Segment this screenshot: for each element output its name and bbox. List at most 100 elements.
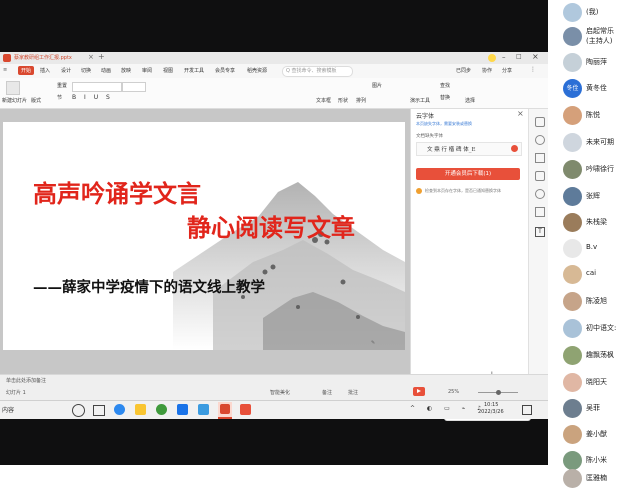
slide[interactable]: ✎ 高声吟诵学文言 静心阅读写文章 ——薛家中学疫情下的语文线上教学 [3,122,405,350]
participant-name: 吴菲 [586,403,600,413]
doc-tab[interactable]: 蔡家教研组工作汇报.pptx [14,53,72,63]
menu-home[interactable]: 开始 [18,66,35,75]
participant-row[interactable]: 张辉 [548,184,620,210]
notification-icon[interactable] [522,405,532,415]
avatar [563,213,582,232]
participant-row[interactable]: cai [548,262,620,288]
font-family-select[interactable] [72,82,122,92]
app-icon[interactable] [177,404,188,415]
zoom-slider-thumb[interactable] [496,390,501,395]
property-icon[interactable] [535,117,545,127]
notes-button[interactable]: 备注 [322,389,332,396]
participant-row[interactable]: 陶丽萍 [548,50,620,76]
menu-transition[interactable]: 切换 [81,67,91,74]
chrome-icon[interactable] [156,404,167,415]
arrange-button[interactable]: 排列 [356,97,366,104]
participant-row[interactable]: 姜小猷 [548,422,620,448]
avatar-icon[interactable] [488,54,496,62]
new-slide-button[interactable]: 新建幻灯片 [2,97,27,104]
participant-row[interactable]: 晓阳天 [548,370,620,396]
maximize-icon[interactable]: □ [516,53,522,60]
play-button[interactable] [413,387,425,396]
backup-icon[interactable] [535,207,545,217]
font-remove-icon[interactable] [511,145,518,152]
menu-review[interactable]: 审阅 [142,67,152,74]
participant-row[interactable]: 未来可期 [548,130,620,156]
meeting-app-icon[interactable] [198,404,209,415]
participant-row[interactable]: 启起常乐 (主持人) [548,24,620,50]
tray-icons[interactable]: ^ ◐ ▭ ⌁ ♪ [410,405,486,412]
task-view-icon[interactable] [93,405,105,416]
participant-row[interactable]: 吴菲 [548,396,620,422]
sync-status[interactable]: 已同步 [456,67,471,74]
share-button[interactable]: 分享 [502,67,512,74]
close-tab-icon[interactable]: × [88,53,94,61]
search-icon[interactable] [72,404,85,417]
find-button[interactable]: 查找 [440,82,450,89]
new-slide-icon[interactable] [6,81,20,95]
participant-row[interactable]: 吟啸徐行 [548,157,620,183]
participant-row[interactable]: (我) [548,0,620,26]
clock-date[interactable]: 2022/3/26 [478,409,504,415]
panel-hint-link[interactable]: 本页缺失字体，需要安装或替换 [416,121,472,127]
shape-icon[interactable] [535,189,545,199]
file-explorer-icon[interactable] [135,404,146,415]
edge-icon[interactable] [114,404,125,415]
participant-row[interactable]: 冬佺 黄冬佺 [548,76,620,102]
file-menu-icon[interactable]: ≡ [3,67,7,73]
participant-row[interactable]: 陈凌旭 [548,289,620,315]
missing-font-row[interactable]: 文 鼎 行 楷 碑 体_E [416,142,522,156]
participant-row[interactable]: 匡雅楠 [548,466,620,492]
minimize-icon[interactable]: – [502,53,506,61]
present-tool-button[interactable]: 演示工具 [410,97,430,104]
smart-beautify-button[interactable]: 智能美化 [270,389,290,396]
clock-time[interactable]: 10:15 [484,402,498,408]
layout-button[interactable]: 版式 [31,97,41,104]
wps-office-icon[interactable] [240,404,251,415]
collaborate-button[interactable]: 协作 [482,67,492,74]
new-tab-icon[interactable]: + [98,52,105,61]
slide-counter: 幻灯片 1 [6,390,26,396]
panel-close-icon[interactable]: × [517,109,524,118]
font-size-select[interactable] [122,82,146,92]
slide-title-line1[interactable]: 高声吟诵学文言 [33,174,201,209]
window-close-icon[interactable]: × [532,52,539,61]
avatar [563,53,582,72]
participant-name: 姜小猷 [586,429,607,439]
format-buttons[interactable]: B I U S [72,94,113,101]
menu-view[interactable]: 视图 [163,67,173,74]
section-button[interactable]: 节 [57,94,62,101]
taskbar-search[interactable]: 内容 [2,405,14,414]
participant-row[interactable]: 朱栈梁 [548,210,620,236]
text-icon[interactable]: T [535,227,545,237]
wps-taskbar-button[interactable] [218,402,232,419]
participant-row[interactable]: B.v [548,236,620,262]
menu-animation[interactable]: 动画 [101,67,111,74]
reset-button[interactable]: 重置 [57,82,67,89]
menu-developer[interactable]: 开发工具 [184,67,204,74]
select-button[interactable]: 选择 [465,97,475,104]
participant-row[interactable]: 趣飘荡枫 [548,343,620,369]
menu-design[interactable]: 设计 [61,67,71,74]
install-font-button[interactable]: 开通会员后下载(1) [416,168,520,180]
participant-row[interactable]: 陈悦 [548,103,620,129]
zoom-level[interactable]: 25% [448,389,459,395]
search-input[interactable]: Q 查找命令、搜索模板 [282,66,353,77]
participant-row[interactable]: 初中语文: [548,316,620,342]
textbox-button[interactable]: 文本框 [316,97,331,104]
layout-icon[interactable] [535,171,545,181]
animation-icon[interactable] [535,135,545,145]
shape-button[interactable]: 形状 [338,97,348,104]
slide-title-line2[interactable]: 静心阅读写文章 [187,208,355,243]
comment-button[interactable]: 批注 [348,389,358,396]
menu-insert[interactable]: 插入 [40,67,50,74]
replace-button[interactable]: 替换 [440,94,450,101]
more-icon[interactable]: ⋮ [530,66,536,73]
notes-placeholder[interactable]: 单击此处添加备注 [6,377,46,384]
style-icon[interactable] [535,153,545,163]
picture-button[interactable]: 图片 [372,82,382,89]
menu-docer[interactable]: 稻壳资源 [247,67,267,74]
menu-member[interactable]: 会员专享 [215,67,235,74]
menu-slideshow[interactable]: 放映 [121,67,131,74]
slide-subtitle[interactable]: ——薛家中学疫情下的语文线上教学 [33,276,265,297]
